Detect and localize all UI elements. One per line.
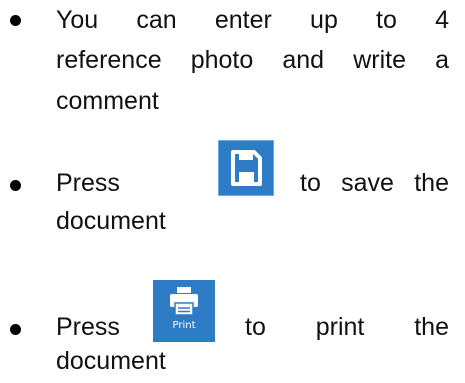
- bullet-1-line-2: reference photo and write a: [56, 45, 449, 75]
- word: the: [414, 169, 449, 197]
- word: up: [310, 6, 338, 34]
- bullet-2-press-text: Press: [56, 169, 120, 197]
- word: and: [282, 46, 325, 74]
- bullet-dot: [10, 180, 21, 191]
- word: the: [414, 313, 449, 341]
- word: save: [341, 169, 394, 197]
- bullet-2-after-text: to save the: [300, 168, 449, 198]
- bullet-dot: [10, 324, 21, 335]
- save-button[interactable]: [218, 140, 274, 196]
- print-button[interactable]: Print: [153, 280, 215, 342]
- word: reference: [56, 46, 162, 74]
- word: to: [300, 169, 321, 197]
- bullet-1-line-3: comment: [56, 87, 159, 115]
- word: to: [376, 6, 397, 34]
- word: a: [435, 46, 449, 74]
- bullet-dot: [10, 15, 21, 26]
- bullet-3-press-text: Press: [56, 313, 120, 341]
- print-icon: [170, 287, 198, 316]
- bullet-3-after-text: to print the: [245, 312, 449, 342]
- word: 4: [435, 6, 449, 34]
- bullet-1-line-1: You can enter up to 4: [56, 5, 449, 35]
- print-button-label: Print: [172, 320, 196, 331]
- bullet-2-line-2: document: [56, 207, 166, 235]
- word: You: [56, 6, 99, 34]
- word: enter: [214, 6, 272, 34]
- word: can: [136, 6, 177, 34]
- word: write: [353, 46, 406, 74]
- word: photo: [190, 46, 254, 74]
- word: to: [245, 313, 266, 341]
- word: print: [315, 313, 365, 341]
- save-icon: [231, 150, 262, 186]
- bullet-3-line-2: document: [56, 347, 166, 375]
